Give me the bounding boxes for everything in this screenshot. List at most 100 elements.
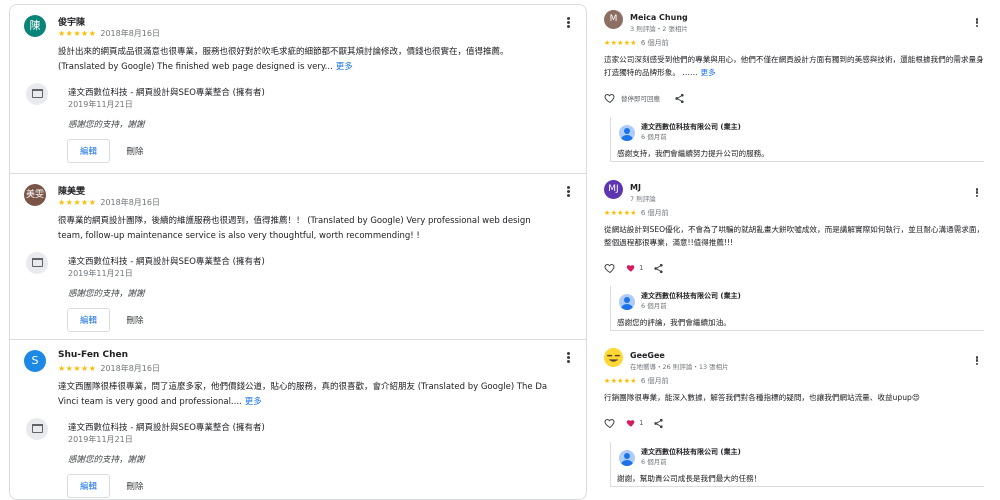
heart-outline-icon[interactable] (604, 92, 616, 104)
reviewer-name[interactable]: MJ (630, 183, 641, 192)
share-icon[interactable] (674, 93, 685, 104)
star-rating: ★★★★★ (58, 29, 97, 38)
owner-reply-text: 感謝支持，我們會繼續努力提升公司的服務。 (617, 149, 769, 158)
review-date: 6 個月前 (640, 377, 669, 385)
edit-reply-button[interactable]: 編輯 (67, 474, 110, 498)
owner-name: 達文西數位科技 - 網頁設計與SEO專業整合 (擁有者) (68, 88, 265, 98)
review-card: S Shu-Fen Chen ★★★★★ 2018年8月16日 達文西團隊很棒很專… (10, 339, 586, 499)
reviewer-name[interactable]: 俊宇陳 (58, 15, 85, 28)
owner-reply-text: 感謝您的評論，我們會繼續加油。 (617, 318, 731, 327)
heart-filled-icon (626, 420, 635, 427)
heart-filled-icon (626, 265, 635, 272)
reviewer-name[interactable]: Shu-Fen Chen (58, 350, 128, 360)
more-options-icon[interactable] (972, 356, 982, 370)
review-date: 2018年8月16日 (100, 29, 160, 38)
avatar[interactable]: M (604, 10, 623, 29)
storefront-icon (26, 418, 48, 440)
review-text: 行銷團隊很專業，能深入數據，解答我們對各種指標的疑問，也讓我們網站流量、收益up… (604, 392, 986, 405)
review-body: 行銷團隊很專業，能深入數據，解答我們對各種指標的疑問，也讓我們網站流量、收益up… (604, 393, 920, 402)
delete-reply-button[interactable]: 刪除 (118, 139, 152, 163)
owner-reply-text: 感謝您的支持，謝謝 (68, 120, 145, 130)
heart-outline-icon[interactable] (604, 262, 616, 274)
owner-avatar (619, 450, 635, 466)
review-rating: ★★★★★ 6 個月前 (604, 376, 669, 386)
storefront-icon (26, 83, 48, 105)
star-rating: ★★★★★ (58, 364, 97, 373)
more-options-icon[interactable] (563, 17, 573, 33)
owner-reply-text: 謝謝，幫助貴公司成長是我們最大的任務！ (617, 474, 762, 483)
review-card: MJ MJ 7 則評論 ★★★★★ 6 個月前 從網站設計到SEO優化，不會為了哄… (600, 170, 990, 338)
read-more-link[interactable]: 更多 (336, 62, 353, 72)
owner-reply-text: 感謝您的支持，謝謝 (68, 289, 145, 299)
reviewer-meta: 在地嚮導・26 則評論・13 張相片 (630, 363, 729, 371)
reviewer-meta: 3 則評論・2 張相片 (630, 25, 688, 33)
review-text: 達文西團隊很棒很專業，問了這麼多家，他們價錢公道，貼心的服務，真的很喜歡，會介紹… (58, 380, 558, 409)
share-icon[interactable] (653, 263, 664, 274)
review-text: 很專業的網頁設計團隊，後續的維護服務也很週到，值得推薦！！ (Translate… (58, 214, 558, 243)
owner-reply-date: 6 個月前 (641, 302, 667, 310)
review-card: 陳 俊宇陳 ★★★★★ 2018年8月16日 設計出來的網頁成品很滿意也很專業，服… (10, 5, 586, 173)
read-more-link[interactable]: 更多 (245, 397, 262, 407)
emoji-face-icon (604, 348, 623, 367)
reviewer-name[interactable]: Meica Chung (630, 13, 688, 22)
owner-reply-text: 感謝您的支持，謝謝 (68, 455, 145, 465)
more-options-icon[interactable] (563, 352, 573, 368)
owner-reply-date: 6 個月前 (641, 458, 667, 466)
review-card: M Meica Chung 3 則評論・2 張相片 ★★★★★ 6 個月前 這家公… (600, 0, 990, 170)
review-rating: ★★★★★ 6 個月前 (604, 38, 669, 48)
review-body: 達文西團隊很棒很專業，問了這麼多家，他們價錢公道，貼心的服務，真的很喜歡，會介紹… (58, 382, 548, 407)
like-prompt[interactable]: 替停即可回應 (621, 93, 660, 103)
review-card: 美雯 陳美雯 ★★★★★ 2018年8月16日 很專業的網頁設計團隊，後續的維護服… (10, 173, 586, 339)
avatar[interactable]: S (24, 350, 46, 372)
review-card: GeeGee 在地嚮導・26 則評論・13 張相片 ★★★★★ 6 個月前 行銷團… (600, 338, 990, 500)
review-rating: ★★★★★ 2018年8月16日 (58, 363, 160, 374)
reviewer-name[interactable]: GeeGee (630, 351, 665, 360)
owner-avatar (619, 125, 635, 141)
review-date: 6 個月前 (640, 39, 669, 47)
review-text: 從網站設計到SEO優化，不會為了哄騙的就胡亂畫大餅吹噓成效，而是講解實際如何執行… (604, 224, 986, 250)
review-body: 這家公司深刻感受到他們的專業與用心，他們不僅在網頁設計方面有獨到的美感與技術，還… (604, 55, 984, 77)
owner-reply: 達文西數位科技有限公司 (業主) 6 個月前 感謝您的評論，我們會繼續加油。 (610, 286, 984, 331)
like-count: 1 (639, 419, 644, 427)
avatar[interactable]: 美雯 (24, 184, 46, 206)
review-date: 2018年8月16日 (100, 364, 160, 373)
review-body: 很專業的網頁設計團隊，後續的維護服務也很週到，值得推薦！！ (Translate… (58, 216, 531, 241)
delete-reply-button[interactable]: 刪除 (118, 474, 152, 498)
review-rating: ★★★★★ 2018年8月16日 (58, 28, 160, 39)
star-rating: ★★★★★ (604, 377, 637, 385)
star-rating: ★★★★★ (604, 209, 637, 217)
more-options-icon[interactable] (972, 18, 982, 32)
storefront-icon (26, 252, 48, 274)
more-options-icon[interactable] (972, 188, 982, 202)
avatar[interactable]: MJ (604, 180, 623, 199)
owner-reply-date: 6 個月前 (641, 133, 667, 141)
avatar[interactable]: 陳 (24, 15, 46, 37)
owner-reply: 達文西數位科技有限公司 (業主) 6 個月前 感謝支持，我們會繼續努力提升公司的… (610, 117, 984, 162)
reviewer-name[interactable]: 陳美雯 (58, 184, 85, 197)
review-body: 從網站設計到SEO優化，不會為了哄騙的就胡亂畫大餅吹噓成效，而是講解實際如何執行… (604, 225, 985, 247)
share-icon[interactable] (653, 418, 664, 429)
review-rating: ★★★★★ 6 個月前 (604, 208, 669, 218)
owner-reply-date: 2019年11月21日 (68, 435, 133, 444)
owner-name: 達文西數位科技 - 網頁設計與SEO專業整合 (擁有者) (68, 423, 265, 433)
edit-reply-button[interactable]: 編輯 (67, 308, 110, 332)
more-options-icon[interactable] (563, 186, 573, 202)
review-rating: ★★★★★ 2018年8月16日 (58, 197, 160, 208)
read-more-link[interactable]: 更多 (701, 68, 716, 77)
review-text: 這家公司深刻感受到他們的專業與用心，他們不僅在網頁設計方面有獨到的美感與技術，還… (604, 54, 986, 80)
owner-reply-date: 2019年11月21日 (68, 269, 133, 278)
like-count: 1 (639, 264, 644, 272)
owner-reply-date: 2019年11月21日 (68, 100, 133, 109)
owner-name: 達文西數位科技 - 網頁設計與SEO專業整合 (擁有者) (68, 257, 265, 267)
review-actions: 1 (604, 417, 664, 429)
review-date: 2018年8月16日 (100, 198, 160, 207)
delete-reply-button[interactable]: 刪除 (118, 308, 152, 332)
edit-reply-button[interactable]: 編輯 (67, 139, 110, 163)
star-rating: ★★★★★ (604, 39, 637, 47)
review-body: 設計出來的網頁成品很滿意也很專業，服務也很好對於吹毛求疵的細節都不厭其煩討論修改… (58, 47, 509, 72)
avatar[interactable] (604, 348, 623, 367)
review-text: 設計出來的網頁成品很滿意也很專業，服務也很好對於吹毛求疵的細節都不厭其煩討論修改… (58, 45, 558, 74)
owner-reviews-panel: 陳 俊宇陳 ★★★★★ 2018年8月16日 設計出來的網頁成品很滿意也很專業，服… (9, 4, 587, 500)
heart-outline-icon[interactable] (604, 417, 616, 429)
owner-reply: 達文西數位科技有限公司 (業主) 6 個月前 謝謝，幫助貴公司成長是我們最大的任… (610, 442, 984, 487)
